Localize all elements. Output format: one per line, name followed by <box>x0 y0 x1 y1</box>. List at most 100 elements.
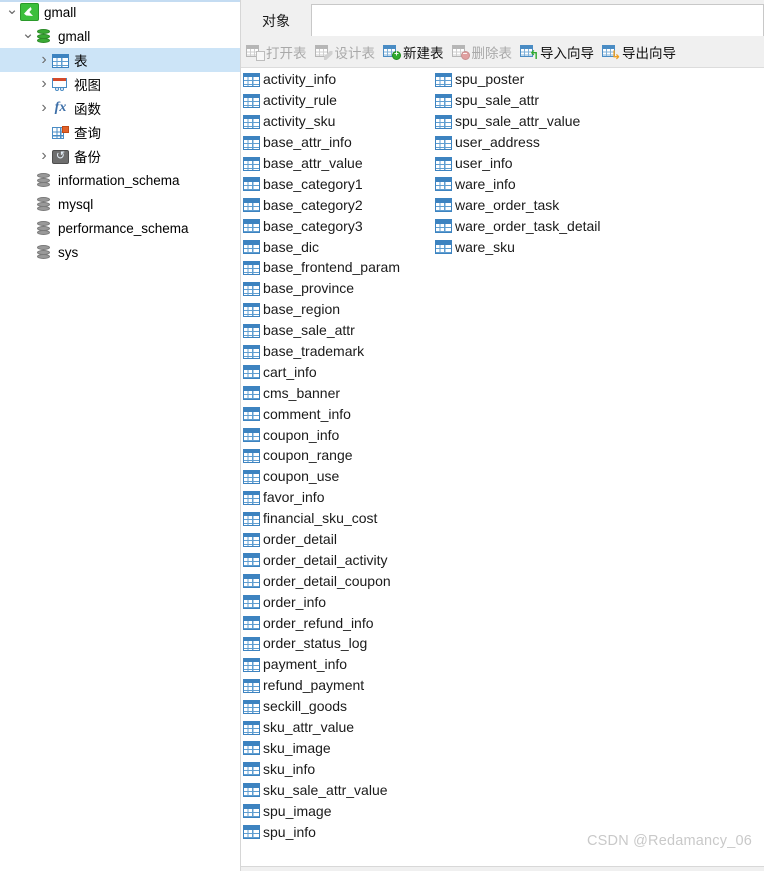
table-grid-icon <box>243 783 260 798</box>
table-list-item[interactable]: base_category1 <box>243 173 400 194</box>
table-grid-icon <box>243 281 260 296</box>
chevron-down-icon[interactable] <box>4 5 20 20</box>
table-list-column-1[interactable]: activity_info activity_rule activity_sku ba… <box>243 69 400 842</box>
table-list-item[interactable]: ware_sku <box>435 236 601 257</box>
table-list-item[interactable]: base_attr_value <box>243 153 400 174</box>
tree-item-information_schema[interactable]: information_schema <box>0 168 240 192</box>
table-grid-icon <box>243 574 260 589</box>
chevron-right-icon[interactable] <box>36 52 52 68</box>
toolbar-button-export-wizard[interactable]: ↳ 导出向导 <box>599 39 681 65</box>
table-list-item[interactable]: cms_banner <box>243 382 400 403</box>
chevron-down-icon[interactable] <box>20 29 36 44</box>
table-list-item[interactable]: spu_poster <box>435 69 601 90</box>
table-list-item[interactable]: order_detail <box>243 529 400 550</box>
tab-bar[interactable]: 对象 <box>241 0 764 36</box>
table-list-item[interactable]: activity_rule <box>243 90 400 111</box>
table-list-item[interactable]: spu_info <box>243 821 400 842</box>
table-name-label: base_attr_value <box>263 155 363 171</box>
table-list-item[interactable]: ware_order_task_detail <box>435 215 601 236</box>
new-table-icon <box>383 44 401 60</box>
database-tree-sidebar[interactable]: gmall gmall 表视图 fx 函数查询备份 information_schemam… <box>0 0 241 871</box>
tree-item-备份[interactable]: 备份 <box>0 144 240 168</box>
chevron-right-icon[interactable] <box>36 148 52 164</box>
table-list-item[interactable]: coupon_use <box>243 466 400 487</box>
table-list-item[interactable]: activity_info <box>243 69 400 90</box>
table-list-item[interactable]: base_frontend_param <box>243 257 400 278</box>
tree-item-函数[interactable]: fx 函数 <box>0 96 240 120</box>
table-list-item[interactable]: order_detail_activity <box>243 549 400 570</box>
table-list-item[interactable]: order_refund_info <box>243 612 400 633</box>
table-list-item[interactable]: order_info <box>243 591 400 612</box>
tree-item-mysql[interactable]: mysql <box>0 192 240 216</box>
table-list-item[interactable]: coupon_range <box>243 445 400 466</box>
database-tree[interactable]: gmall gmall 表视图 fx 函数查询备份 information_schemam… <box>0 0 240 264</box>
table-name-label: spu_sale_attr <box>455 92 540 109</box>
tree-item-视图[interactable]: 视图 <box>0 72 240 96</box>
table-grid-icon <box>435 240 452 255</box>
table-list-item[interactable]: spu_image <box>243 800 400 821</box>
table-list-item[interactable]: coupon_info <box>243 424 400 445</box>
table-list-item[interactable]: payment_info <box>243 654 400 675</box>
table-list-item[interactable]: base_sale_attr <box>243 320 400 341</box>
table-list-item[interactable]: base_category3 <box>243 215 400 236</box>
table-grid-icon <box>243 198 260 213</box>
tree-item-label: information_schema <box>58 172 180 188</box>
toolbar-button-label: 设计表 <box>334 45 376 61</box>
table-grid-icon <box>243 657 260 672</box>
table-list-item[interactable]: sku_info <box>243 758 400 779</box>
table-list-item[interactable]: sku_sale_attr_value <box>243 779 400 800</box>
table-list-item[interactable]: spu_sale_attr <box>435 90 601 111</box>
tab-objects[interactable]: 对象 <box>241 6 311 36</box>
chevron-right-icon[interactable] <box>36 76 52 92</box>
table-name-label: spu_sale_attr_value <box>455 113 581 130</box>
table-list-item[interactable]: user_address <box>435 132 601 153</box>
table-list-item[interactable]: sku_image <box>243 738 400 759</box>
table-name-label: seckill_goods <box>263 698 348 715</box>
tab-objects-label: 对象 <box>262 13 290 29</box>
tree-item-表[interactable]: 表 <box>0 48 240 72</box>
toolbar-button-label: 新建表 <box>403 45 444 61</box>
tree-item-sys[interactable]: sys <box>0 240 240 264</box>
table-list-column-2[interactable]: spu_poster spu_sale_attr spu_sale_attr_val… <box>435 69 601 257</box>
query-icon <box>52 125 69 140</box>
table-list-item[interactable]: ware_info <box>435 173 601 194</box>
table-list-item[interactable]: seckill_goods <box>243 696 400 717</box>
top-accent-line <box>0 0 240 2</box>
table-list-item[interactable]: sku_attr_value <box>243 717 400 738</box>
table-list-item[interactable]: base_trademark <box>243 341 400 362</box>
table-list-item[interactable]: base_category2 <box>243 194 400 215</box>
object-list-area[interactable]: activity_info activity_rule activity_sku ba… <box>241 69 764 866</box>
chevron-right-icon[interactable] <box>36 100 52 116</box>
toolbar-button-import-wizard[interactable]: ↰ 导入向导 <box>517 39 599 65</box>
table-list-item[interactable]: base_region <box>243 299 400 320</box>
table-list-item[interactable]: cart_info <box>243 361 400 382</box>
table-list-item[interactable]: ware_order_task <box>435 194 601 215</box>
toolbar-button-delete-table: 删除表 <box>449 39 518 65</box>
table-list-item[interactable]: base_attr_info <box>243 132 400 153</box>
table-list-item[interactable]: comment_info <box>243 403 400 424</box>
delete-table-icon <box>451 44 470 60</box>
table-list-item[interactable]: order_status_log <box>243 633 400 654</box>
tree-item-label: 表 <box>74 54 88 69</box>
table-name-label: activity_rule <box>263 92 337 109</box>
table-list-item[interactable]: base_dic <box>243 236 400 257</box>
table-list-item[interactable]: order_detail_coupon <box>243 570 400 591</box>
tree-item-performance_schema[interactable]: performance_schema <box>0 216 240 240</box>
tree-item-gmall[interactable]: gmall <box>0 0 240 24</box>
table-list-item[interactable]: activity_sku <box>243 111 400 132</box>
table-name-label: sku_image <box>263 739 331 756</box>
table-name-label: ware_sku <box>455 238 515 255</box>
table-list-item[interactable]: refund_payment <box>243 675 400 696</box>
tree-item-gmall[interactable]: gmall <box>0 24 240 48</box>
table-grid-icon <box>243 219 260 234</box>
table-name-label: order_detail_activity <box>263 551 388 568</box>
table-list-item[interactable]: user_info <box>435 153 601 174</box>
table-list-item[interactable]: favor_info <box>243 487 400 508</box>
table-list-item[interactable]: spu_sale_attr_value <box>435 111 601 132</box>
table-name-label: spu_info <box>263 823 316 840</box>
table-list-item[interactable]: base_province <box>243 278 400 299</box>
toolbar-button-new-table[interactable]: 新建表 <box>380 39 449 65</box>
table-list-item[interactable]: financial_sku_cost <box>243 508 400 529</box>
tree-item-查询[interactable]: 查询 <box>0 120 240 144</box>
object-toolbar[interactable]: 打开表设计表新建表删除表↰导入向导↳导出向导 <box>241 36 764 68</box>
